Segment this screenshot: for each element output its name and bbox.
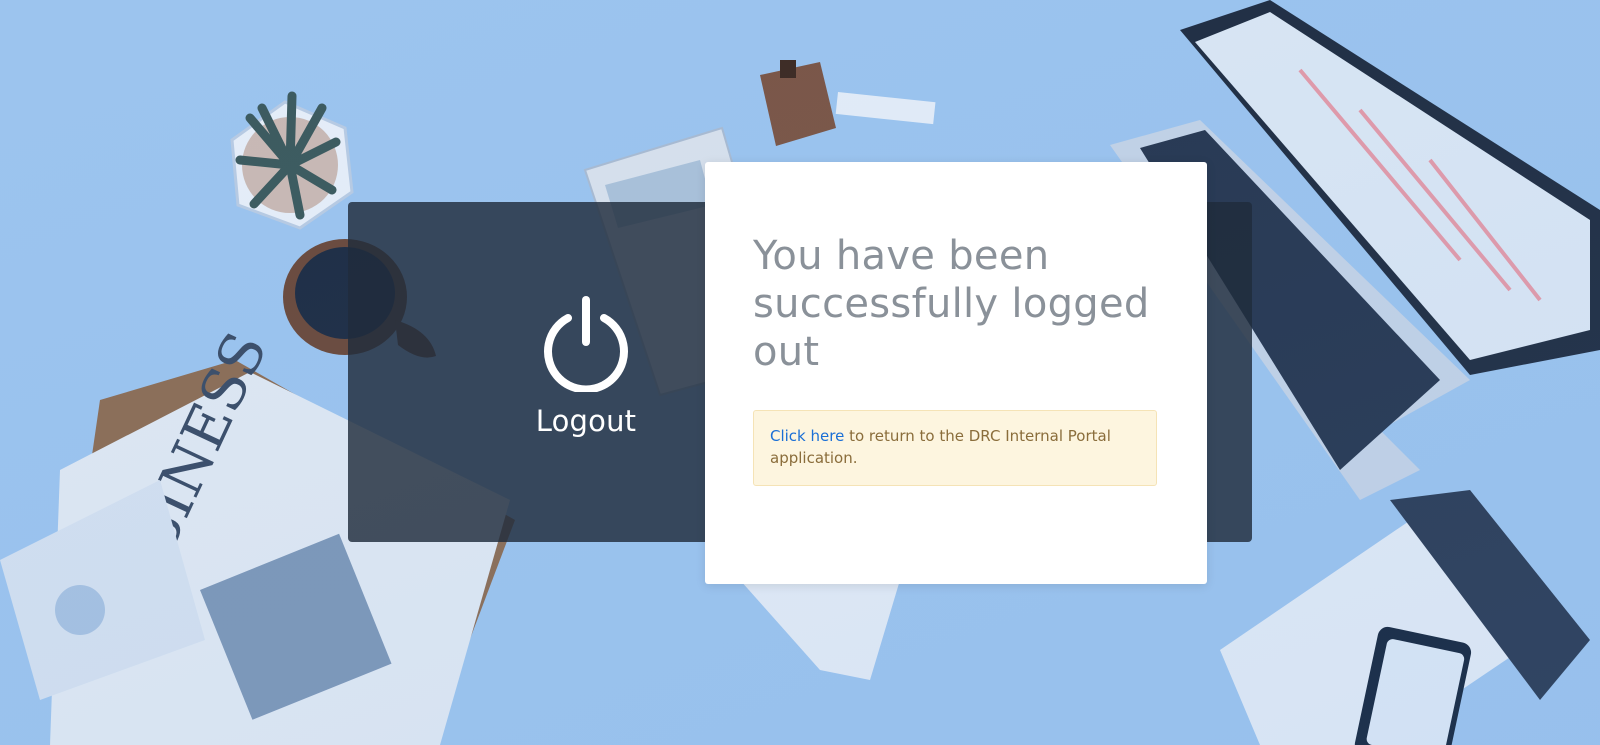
return-alert: Click here to return to the DRC Internal…: [753, 410, 1157, 486]
logout-page: BUSINESS Logout You have been successful…: [0, 0, 1600, 745]
logout-message-card: You have been successfully logged out Cl…: [705, 162, 1207, 584]
page-title: You have been successfully logged out: [753, 233, 1150, 375]
logout-label: Logout: [535, 404, 637, 438]
power-icon: [544, 296, 628, 392]
click-here-link[interactable]: Click here: [770, 427, 844, 445]
logout-indicator: Logout: [524, 296, 648, 438]
